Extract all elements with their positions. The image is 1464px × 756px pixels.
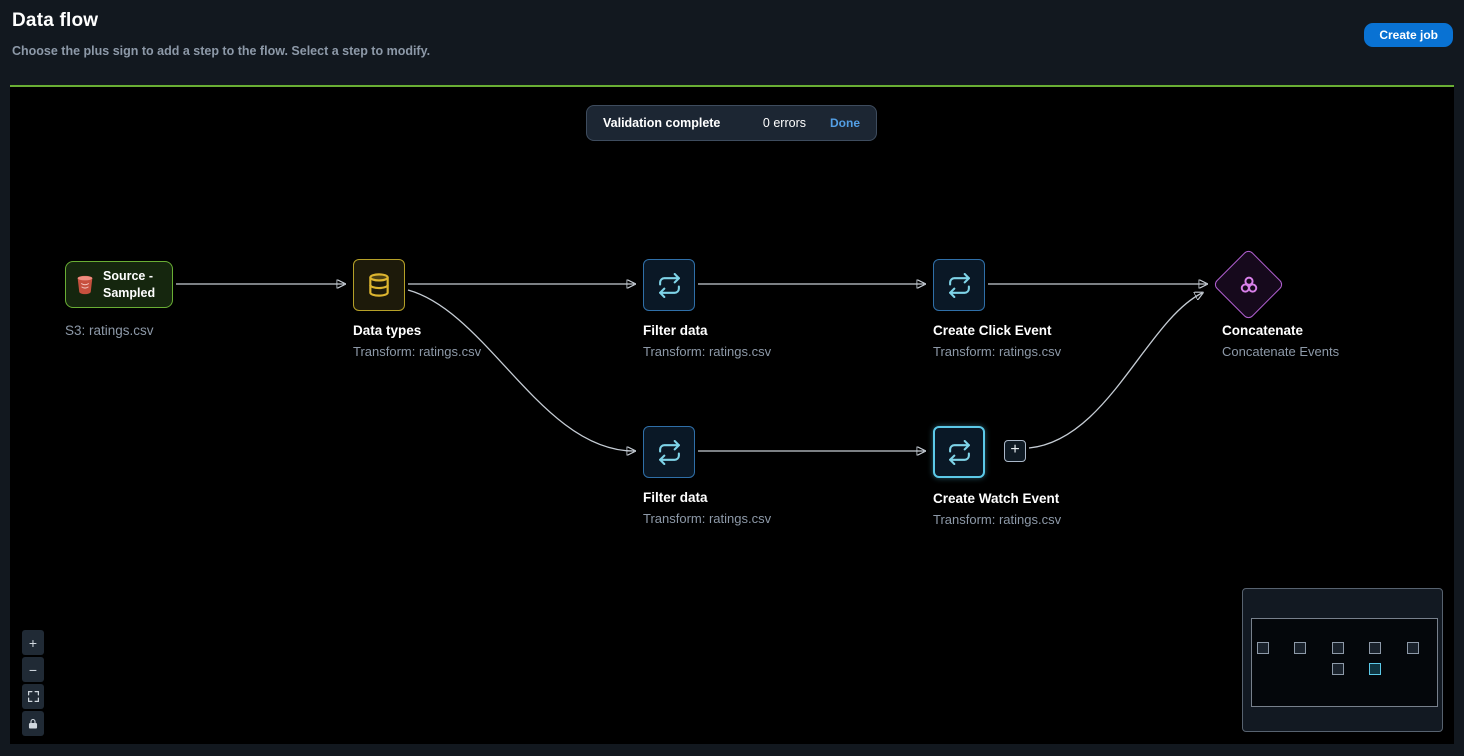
node-subtitle: Transform: ratings.csv bbox=[643, 511, 772, 526]
source-node-label: Source - Sampled bbox=[103, 269, 156, 300]
flow-edges bbox=[176, 87, 1454, 744]
filter-bottom-caption: Filter data Transform: ratings.csv bbox=[643, 490, 771, 526]
header: Data flow Choose the plus sign to add a … bbox=[0, 0, 1464, 85]
page-title: Data flow bbox=[12, 10, 99, 31]
source-caption: S3: ratings.csv bbox=[65, 323, 154, 338]
flow-edge bbox=[407, 289, 634, 451]
filter-top-caption: Filter data Transform: ratings.csv bbox=[643, 323, 771, 359]
page-subtitle: Choose the plus sign to add a step to th… bbox=[12, 44, 431, 58]
minimap-node bbox=[1369, 642, 1381, 654]
node-subtitle: Concatenate Events bbox=[1222, 344, 1340, 359]
zoom-in-button[interactable]: + bbox=[22, 630, 44, 655]
lock-icon bbox=[27, 718, 39, 730]
fit-view-button[interactable] bbox=[22, 684, 44, 709]
zoom-controls: + − bbox=[22, 630, 44, 736]
click-event-caption: Create Click Event Transform: ratings.cs… bbox=[933, 323, 1061, 359]
node-subtitle: Transform: ratings.csv bbox=[933, 344, 1062, 359]
node-title: Create Watch Event bbox=[933, 491, 1060, 506]
node-title: Concatenate bbox=[1222, 323, 1304, 338]
lock-button[interactable] bbox=[22, 711, 44, 736]
transform-cycle-icon bbox=[657, 439, 682, 465]
validation-done-link[interactable]: Done bbox=[830, 116, 860, 130]
zoom-out-button[interactable]: − bbox=[22, 657, 44, 682]
minimap-viewport[interactable] bbox=[1251, 618, 1438, 707]
minimap-node bbox=[1294, 642, 1306, 654]
source-caption-text: S3: ratings.csv bbox=[65, 323, 154, 338]
fit-view-icon bbox=[27, 690, 40, 703]
node-filter-data-top[interactable] bbox=[643, 259, 695, 311]
minimap-node-selected bbox=[1369, 663, 1381, 675]
minimap-node bbox=[1332, 642, 1344, 654]
data-types-caption: Data types Transform: ratings.csv bbox=[353, 323, 481, 359]
minimap-node bbox=[1257, 642, 1269, 654]
node-create-watch-event[interactable] bbox=[933, 426, 985, 478]
node-title: Create Click Event bbox=[933, 323, 1052, 338]
add-step-button[interactable]: + bbox=[1004, 440, 1026, 462]
minimap-node bbox=[1407, 642, 1419, 654]
validation-message: Validation complete bbox=[603, 116, 721, 130]
s3-bucket-icon bbox=[74, 274, 96, 296]
transform-cycle-icon bbox=[657, 272, 682, 298]
validation-error-count: 0 errors bbox=[762, 116, 806, 130]
validation-toast: Validation complete 0 errors Done bbox=[586, 105, 877, 141]
node-title: Filter data bbox=[643, 323, 708, 338]
transform-cycle-icon bbox=[947, 272, 972, 298]
minimap-node bbox=[1332, 663, 1344, 675]
transform-cycle-icon bbox=[947, 439, 972, 465]
node-subtitle: Transform: ratings.csv bbox=[643, 344, 772, 359]
flow-canvas[interactable]: Validation complete 0 errors Done Source… bbox=[10, 85, 1454, 744]
concatenate-caption: Concatenate Concatenate Events bbox=[1222, 323, 1339, 359]
minimap[interactable] bbox=[1242, 588, 1443, 732]
watch-event-caption: Create Watch Event Transform: ratings.cs… bbox=[933, 491, 1061, 527]
flow-edge bbox=[1028, 293, 1202, 449]
node-title: Filter data bbox=[643, 490, 708, 505]
node-subtitle: Transform: ratings.csv bbox=[353, 344, 482, 359]
node-create-click-event[interactable] bbox=[933, 259, 985, 311]
node-filter-data-bottom[interactable] bbox=[643, 426, 695, 478]
node-source[interactable]: Source - Sampled bbox=[65, 261, 173, 308]
create-job-button[interactable]: Create job bbox=[1364, 23, 1453, 47]
node-subtitle: Transform: ratings.csv bbox=[933, 512, 1062, 527]
node-data-types[interactable] bbox=[353, 259, 405, 311]
node-title: Data types bbox=[353, 323, 422, 338]
database-icon bbox=[366, 272, 392, 298]
